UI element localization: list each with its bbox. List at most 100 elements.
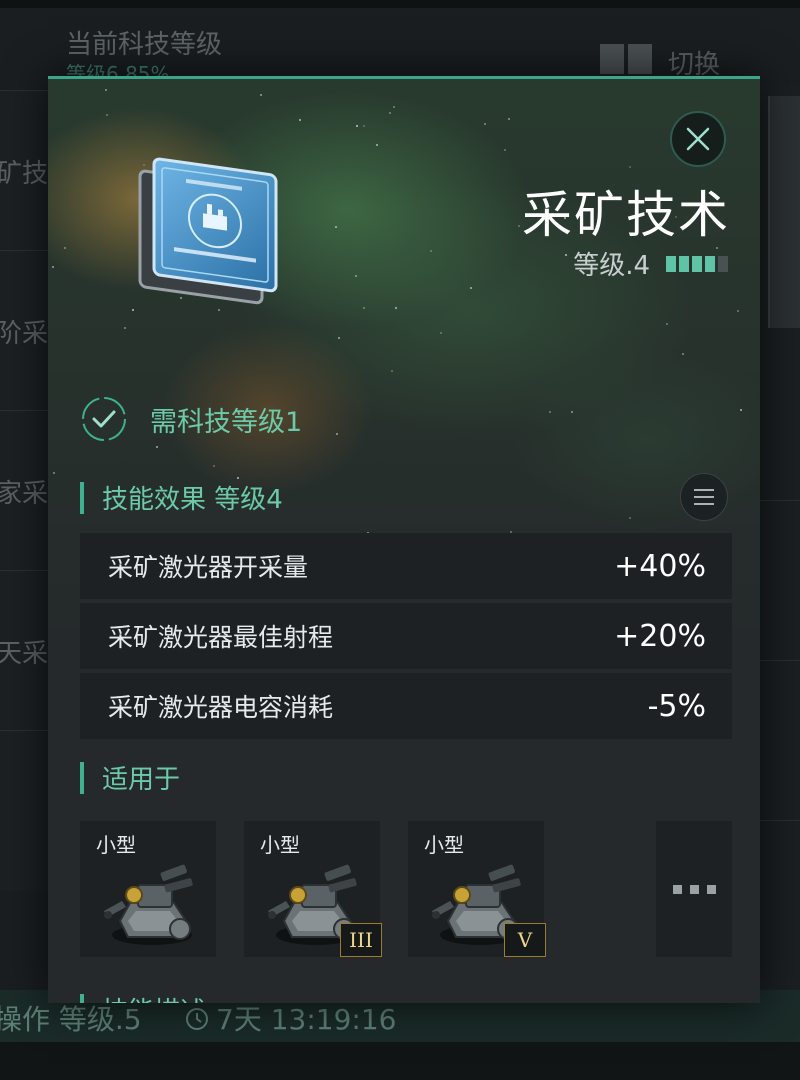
effect-value: +20% bbox=[614, 618, 706, 654]
effects-menu-button[interactable] bbox=[680, 473, 728, 521]
star bbox=[355, 275, 357, 277]
star bbox=[336, 433, 338, 435]
star bbox=[53, 472, 55, 474]
star bbox=[740, 409, 742, 411]
star bbox=[389, 112, 391, 114]
more-button[interactable] bbox=[656, 821, 732, 957]
level-pip bbox=[692, 255, 702, 272]
star bbox=[737, 310, 739, 312]
star bbox=[484, 123, 486, 125]
ship-slot[interactable]: 小型 III bbox=[244, 821, 382, 957]
level-pips bbox=[666, 255, 728, 272]
description-heading-text: 技能描述 bbox=[102, 991, 206, 1003]
ship-slot[interactable]: 小型 V bbox=[408, 821, 546, 957]
effect-name: 采矿激光器开采量 bbox=[108, 553, 309, 582]
star bbox=[393, 106, 395, 108]
level-pip bbox=[705, 255, 715, 272]
effects-list: 采矿激光器开采量 +40% 采矿激光器最佳射程 +20% 采矿激光器电容消耗 -… bbox=[80, 533, 732, 743]
star bbox=[395, 307, 397, 309]
effect-value: -5% bbox=[647, 688, 706, 724]
tier-badge: III bbox=[340, 923, 382, 957]
bg-skill-list: 矿技 阶采 家采 天采 bbox=[0, 90, 48, 1000]
level-pip bbox=[679, 255, 689, 272]
star bbox=[299, 119, 301, 121]
star bbox=[213, 465, 215, 467]
star bbox=[571, 411, 573, 413]
description-heading: 技能描述 bbox=[80, 985, 206, 1003]
star bbox=[430, 250, 432, 252]
applies-heading-text: 适用于 bbox=[102, 765, 181, 795]
divider bbox=[760, 500, 800, 501]
level-pip bbox=[718, 255, 728, 272]
star bbox=[518, 225, 520, 227]
section-marker bbox=[80, 761, 84, 794]
bg-list-item[interactable]: 家采 bbox=[0, 410, 48, 571]
star bbox=[508, 118, 510, 120]
bg-status-timer: 7天 13:19:16 bbox=[184, 998, 396, 1038]
applicable-ships: 小型 小型 III 小型 V bbox=[80, 821, 732, 957]
effect-row: 采矿激光器最佳射程 +20% bbox=[80, 603, 732, 669]
star bbox=[338, 337, 340, 339]
bg-status-left: 操作 等级.5 bbox=[0, 1003, 142, 1036]
ship-slot[interactable]: 小型 bbox=[80, 821, 216, 957]
top-bar bbox=[0, 0, 800, 8]
star bbox=[52, 266, 54, 268]
mining-turret-icon bbox=[104, 864, 193, 945]
bg-footer bbox=[0, 1042, 800, 1080]
effect-value: +40% bbox=[614, 548, 706, 584]
star bbox=[549, 411, 551, 413]
bg-right-card[interactable] bbox=[768, 96, 800, 328]
requirement-text: 需科技等级1 bbox=[150, 406, 303, 438]
section-marker bbox=[80, 993, 84, 1003]
tech-card-icon bbox=[138, 157, 278, 305]
star bbox=[629, 166, 631, 168]
menu-icon bbox=[694, 489, 714, 491]
star bbox=[64, 247, 66, 249]
star bbox=[260, 94, 262, 96]
divider bbox=[760, 820, 800, 821]
bg-list-item[interactable]: 天采 bbox=[0, 570, 48, 731]
star bbox=[363, 307, 365, 309]
requirement: 需科技等级1 bbox=[80, 395, 302, 443]
star bbox=[124, 327, 126, 329]
tech-detail-modal: 采矿技术 等级.4 需科技等级1 技能效果 等级4 采矿激光器开采量 +40% … bbox=[48, 76, 760, 1003]
bg-tech-level-title: 当前科技等级 bbox=[66, 30, 223, 60]
effect-row: 采矿激光器开采量 +40% bbox=[80, 533, 732, 599]
star bbox=[565, 254, 567, 256]
tech-title: 采矿技术 bbox=[522, 186, 730, 244]
star bbox=[682, 353, 684, 355]
star bbox=[156, 446, 158, 448]
star bbox=[218, 309, 220, 311]
star bbox=[391, 370, 393, 372]
effect-row: 采矿激光器电容消耗 -5% bbox=[80, 673, 732, 739]
effects-heading: 技能效果 等级4 bbox=[80, 479, 283, 516]
bg-list-item[interactable] bbox=[0, 730, 48, 891]
close-icon bbox=[686, 127, 710, 151]
star bbox=[105, 89, 107, 91]
effect-name: 采矿激光器最佳射程 bbox=[108, 623, 334, 652]
bg-list-item[interactable]: 阶采 bbox=[0, 250, 48, 411]
clock-icon bbox=[186, 1008, 208, 1030]
more-icon bbox=[672, 884, 682, 894]
star bbox=[356, 125, 358, 127]
close-button[interactable] bbox=[670, 111, 726, 167]
level-pip bbox=[666, 255, 676, 272]
tech-level-text: 等级.4 bbox=[573, 251, 650, 281]
star bbox=[335, 226, 337, 228]
bg-list-item[interactable]: 矿技 bbox=[0, 90, 48, 251]
check-icon bbox=[82, 397, 126, 441]
divider bbox=[760, 660, 800, 661]
star bbox=[440, 332, 442, 334]
star bbox=[106, 114, 108, 116]
section-marker bbox=[80, 481, 84, 514]
applies-heading: 适用于 bbox=[80, 759, 180, 796]
star bbox=[363, 125, 365, 127]
star bbox=[376, 144, 378, 146]
star bbox=[132, 309, 134, 311]
star bbox=[666, 323, 668, 325]
star bbox=[629, 517, 631, 519]
effect-name: 采矿激光器电容消耗 bbox=[108, 693, 334, 722]
tech-level: 等级.4 bbox=[573, 245, 728, 282]
tier-badge: V bbox=[504, 923, 546, 957]
effects-heading-text: 技能效果 等级4 bbox=[102, 485, 283, 515]
